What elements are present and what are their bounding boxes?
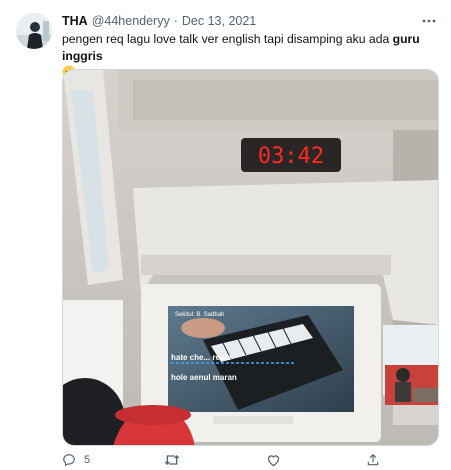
screen-song-title: Sekitul: B. Sadbah	[175, 312, 224, 318]
lyric-line-2: hole aenul maran	[171, 373, 237, 382]
lyric-line-1: hate che... reste	[171, 353, 232, 362]
user-handle[interactable]: @44henderyy	[92, 14, 170, 28]
share-button[interactable]	[366, 452, 380, 468]
retweet-icon	[164, 453, 180, 467]
more-icon[interactable]	[421, 12, 437, 30]
avatar[interactable]	[16, 13, 52, 49]
like-icon	[266, 453, 281, 467]
separator-dot: ·	[173, 14, 178, 28]
tweet-card: THA @44henderyy · Dec 13, 2021 pengen re…	[0, 0, 451, 470]
reply-count: 5	[84, 454, 91, 466]
display-name[interactable]: THA	[62, 14, 88, 28]
retweet-button[interactable]	[164, 452, 188, 468]
tweet-header: THA @44henderyy · Dec 13, 2021	[62, 12, 437, 30]
share-icon	[366, 453, 380, 467]
like-button[interactable]	[266, 452, 289, 468]
bus-interior-photo: 03:42 Sekitul: B. Sadbah hate che... res…	[63, 70, 438, 445]
reply-icon	[62, 453, 76, 467]
tweet-media-photo[interactable]: 03:42 Sekitul: B. Sadbah hate che... res…	[62, 69, 439, 446]
digital-clock-display: 03:42	[258, 144, 324, 169]
tweet-date[interactable]: Dec 13, 2021	[182, 14, 256, 28]
tweet-actions: 5	[56, 452, 396, 468]
reply-button[interactable]: 5	[62, 452, 90, 468]
tweet-text-body: pengen req lagu love talk ver english ta…	[62, 32, 393, 46]
